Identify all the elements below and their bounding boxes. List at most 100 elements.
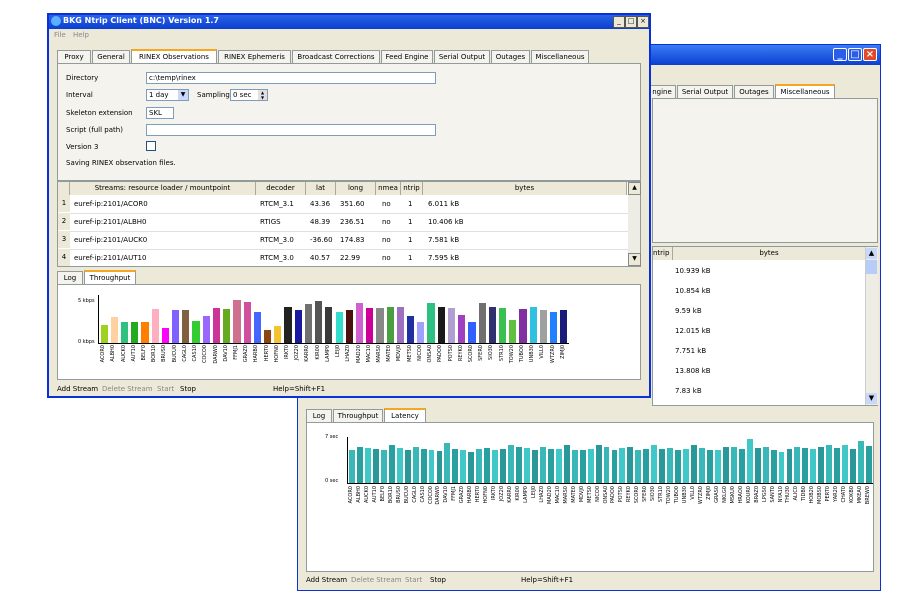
close-button[interactable]: × xyxy=(863,48,877,61)
stop-button[interactable]: Stop xyxy=(430,576,446,584)
tab-outages[interactable]: Outages xyxy=(734,85,774,98)
tab-general[interactable]: General xyxy=(92,50,130,63)
column-header-mountpoint[interactable]: Streams: resource loader / mountpoint xyxy=(70,182,256,195)
x-tick-label: BRUS0 xyxy=(395,486,402,503)
version3-checkbox[interactable] xyxy=(146,141,156,151)
chart-bar xyxy=(508,444,515,483)
script-path-input[interactable] xyxy=(146,124,436,136)
column-header-nmea[interactable]: nmea xyxy=(376,182,401,195)
tab-broadcast-corrections[interactable]: Broadcast Corrections xyxy=(292,50,380,63)
close-button[interactable]: × xyxy=(637,16,649,28)
tab-throughput[interactable]: Throughput xyxy=(333,409,383,422)
sampling-spinbox[interactable]: 0 sec ▲ ▼ xyxy=(230,89,268,101)
column-header-bytes[interactable]: bytes xyxy=(423,182,627,195)
tab-miscellaneous[interactable]: Miscellaneous xyxy=(775,84,835,98)
chart-bar xyxy=(635,450,642,483)
start-button[interactable]: Start xyxy=(405,576,422,584)
x-tick-label: MDVJ0 xyxy=(578,486,585,503)
add-stream-button[interactable]: Add Stream xyxy=(306,576,347,584)
latency-bar-area xyxy=(347,437,873,484)
table-cell-ntrip: 1 xyxy=(408,254,413,262)
tab-latency[interactable]: Latency xyxy=(384,408,426,422)
chart-bar xyxy=(730,447,737,483)
tab-proxy[interactable]: Proxy xyxy=(57,50,91,63)
tab-log[interactable]: Log xyxy=(306,409,332,422)
chart-bar xyxy=(388,444,395,483)
table-row[interactable]: 3 euref-ip:2101/AUCK0 RTCM_3.0 -36.60 174.83… xyxy=(58,231,628,250)
x-tick-label: DARW0 xyxy=(435,486,442,505)
front-status-bar: Add Stream Delete Stream Start Stop Help… xyxy=(49,382,649,396)
x-tick-label: DAV10 xyxy=(222,345,229,362)
x-tick-label: KARR0 xyxy=(304,345,311,362)
column-header-ntrip[interactable]: ntrip xyxy=(401,182,423,195)
table-cell-n: 2 xyxy=(58,213,70,230)
sampling-value: 0 sec xyxy=(233,91,252,99)
table-cell-decoder: RTCM_3.0 xyxy=(260,254,294,262)
menu-file[interactable]: File xyxy=(54,31,66,39)
menu-help[interactable]: Help xyxy=(73,31,89,39)
chart-bar xyxy=(452,448,459,483)
scroll-up-arrow[interactable]: ▲ xyxy=(628,182,641,195)
chevron-down-icon[interactable]: ▼ xyxy=(178,90,188,100)
interval-select[interactable]: 1 day ▼ xyxy=(146,89,189,101)
minimize-button[interactable]: _ xyxy=(613,16,625,28)
chart-bar xyxy=(579,450,586,483)
chart-bar xyxy=(447,308,456,343)
chart-bar xyxy=(380,450,387,483)
x-tick-label: VILL0 xyxy=(539,345,546,359)
skeleton-extension-input[interactable]: SKL xyxy=(146,107,174,119)
stop-button[interactable]: Stop xyxy=(180,385,196,393)
chart-bar xyxy=(192,320,200,343)
table-cell-lat: 48.39 xyxy=(310,218,331,226)
tab-feed-engine[interactable]: ngine xyxy=(648,85,676,98)
minimize-button[interactable]: _ xyxy=(833,48,847,61)
row-number-header xyxy=(58,182,70,195)
x-tick-label: MSKU0 xyxy=(729,486,736,504)
maximize-button[interactable]: □ xyxy=(848,48,862,61)
vertical-scrollbar[interactable]: ▲ ▼ xyxy=(628,182,641,266)
column-header-ntrip[interactable]: ntrip xyxy=(653,247,673,260)
column-header-long[interactable]: long xyxy=(336,182,376,195)
x-tick-label: AUT10 xyxy=(371,486,378,503)
start-button[interactable]: Start xyxy=(157,385,174,393)
vertical-scrollbar[interactable]: ▲ ▼ xyxy=(865,247,878,405)
scroll-up-arrow[interactable]: ▲ xyxy=(866,248,877,259)
chart-bar xyxy=(587,449,594,483)
column-header-bytes[interactable]: bytes xyxy=(673,247,866,260)
chart-bar xyxy=(444,443,451,483)
scroll-down-arrow[interactable]: ▼ xyxy=(866,393,877,404)
maximize-button[interactable]: □ xyxy=(625,16,637,28)
tab-rinex-observations[interactable]: RINEX Observations xyxy=(131,49,217,63)
table-row[interactable]: 2 euref-ip:2101/ALBH0 RTIGS 48.39 236.51 no 1 1… xyxy=(58,213,628,232)
delete-stream-button[interactable]: Delete Stream xyxy=(351,576,402,584)
front-tab-bar: Proxy General RINEX Observations RINEX E… xyxy=(57,49,647,64)
x-tick-label: LAMP0 xyxy=(522,486,529,503)
scroll-thumb[interactable] xyxy=(866,260,877,274)
column-header-decoder[interactable]: decoder xyxy=(256,182,306,195)
table-cell-mount: euref-ip:2101/ALBH0 xyxy=(74,218,147,226)
tab-log[interactable]: Log xyxy=(57,271,83,284)
tab-serial-output[interactable]: Serial Output xyxy=(677,85,733,98)
chart-bar xyxy=(866,446,872,483)
x-tick-label: NKLG0 xyxy=(721,486,728,503)
tab-miscellaneous[interactable]: Miscellaneous xyxy=(531,50,589,63)
chart-bar xyxy=(659,449,666,483)
tab-rinex-ephemeris[interactable]: RINEX Ephemeris xyxy=(218,50,291,63)
table-row[interactable]: 4 euref-ip:2101/AUT10 RTCM_3.0 40.57 22.99 no… xyxy=(58,249,628,266)
x-tick-label: IRKT0 xyxy=(491,486,498,501)
column-header-lat[interactable]: lat xyxy=(306,182,336,195)
delete-stream-button[interactable]: Delete Stream xyxy=(102,385,153,393)
spin-arrows-icon[interactable]: ▲ ▼ xyxy=(258,90,267,100)
x-tick-label: ALBH0 xyxy=(355,486,362,503)
table-row[interactable]: 1 euref-ip:2101/ACOR0 RTCM_3.1 43.36 351.60 n… xyxy=(58,195,628,214)
chart-bar xyxy=(738,449,745,483)
back-tab-bar: ngine Serial Output Outages Miscellaneou… xyxy=(648,84,878,99)
scroll-down-arrow[interactable]: ▼ xyxy=(628,253,641,266)
directory-input[interactable]: c:\temp\rinex xyxy=(146,72,436,84)
tab-serial-output[interactable]: Serial Output xyxy=(434,50,490,63)
tab-feed-engine[interactable]: Feed Engine xyxy=(381,50,433,63)
x-tick-label: COCO0 xyxy=(427,486,434,505)
add-stream-button[interactable]: Add Stream xyxy=(57,385,98,393)
tab-outages[interactable]: Outages xyxy=(491,50,530,63)
tab-throughput[interactable]: Throughput xyxy=(84,270,136,284)
